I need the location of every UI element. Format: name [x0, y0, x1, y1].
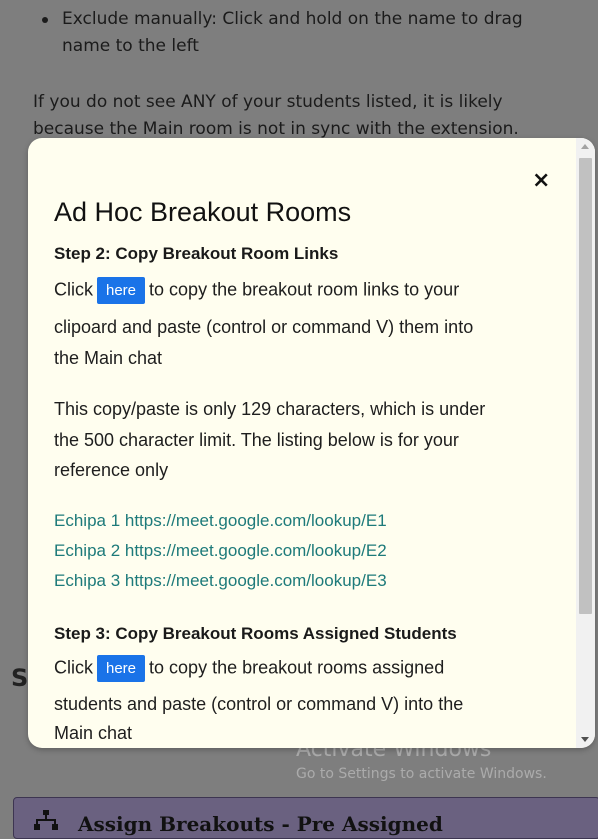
step2-info-line1: This copy/paste is only 129 characters, …: [54, 399, 486, 419]
breakout-room-link[interactable]: Echipa 1 https://meet.google.com/lookup/…: [54, 511, 387, 531]
sitemap-icon: [34, 810, 58, 830]
assign-breakouts-label: Assign Breakouts - Pre Assigned: [78, 812, 443, 836]
step3-instruction-suffix: to copy the breakout rooms assigned: [149, 657, 445, 678]
step3-instruction-line2: students and paste (control or command V…: [54, 694, 464, 714]
step3-instruction-line3: Main chat: [54, 723, 133, 743]
scroll-down-arrow-icon[interactable]: [581, 737, 589, 742]
breakout-room-link[interactable]: Echipa 2 https://meet.google.com/lookup/…: [54, 541, 387, 561]
close-button[interactable]: ×: [532, 168, 550, 193]
background-section-heading: S: [11, 664, 29, 692]
background-bullet-text: Exclude manually: Click and hold on the …: [42, 6, 572, 60]
ad-hoc-breakout-modal: × Ad Hoc Breakout Rooms Step 2: Copy Bre…: [28, 138, 595, 748]
scroll-thumb[interactable]: [579, 158, 592, 614]
modal-title: Ad Hoc Breakout Rooms: [54, 197, 352, 227]
step2-instruction-suffix: to copy the breakout room links to your: [149, 279, 460, 300]
modal-scrollbar[interactable]: [576, 138, 595, 748]
step3-instruction-line1: Click here to copy the breakout rooms assi…: [54, 655, 444, 682]
step3-here-button[interactable]: here: [97, 655, 146, 682]
step2-info-line2: the 500 character limit. The listing bel…: [54, 430, 459, 450]
step2-click-text: Click: [54, 279, 93, 300]
step2-title: Step 2: Copy Breakout Room Links: [54, 244, 339, 263]
breakout-room-link[interactable]: Echipa 3 https://meet.google.com/lookup/…: [54, 571, 387, 591]
step2-instruction-line2: clipoard and paste (control or command V…: [54, 317, 474, 337]
assign-breakouts-pre-assigned-button[interactable]: Assign Breakouts - Pre Assigned: [13, 797, 598, 839]
step2-here-button[interactable]: here: [97, 277, 146, 304]
background-paragraph: If you do not see ANY of your students l…: [33, 92, 519, 139]
step2-info-line3: reference only: [54, 460, 169, 480]
step2-instruction-line1: Click here to copy the breakout room links…: [54, 277, 459, 304]
step2-instruction-line3: the Main chat: [54, 348, 163, 368]
step3-click-text: Click: [54, 657, 93, 678]
scroll-up-arrow-icon[interactable]: [581, 144, 589, 149]
watermark-subtitle: Go to Settings to activate Windows.: [296, 766, 547, 782]
step3-title: Step 3: Copy Breakout Rooms Assigned Stu…: [54, 624, 457, 643]
